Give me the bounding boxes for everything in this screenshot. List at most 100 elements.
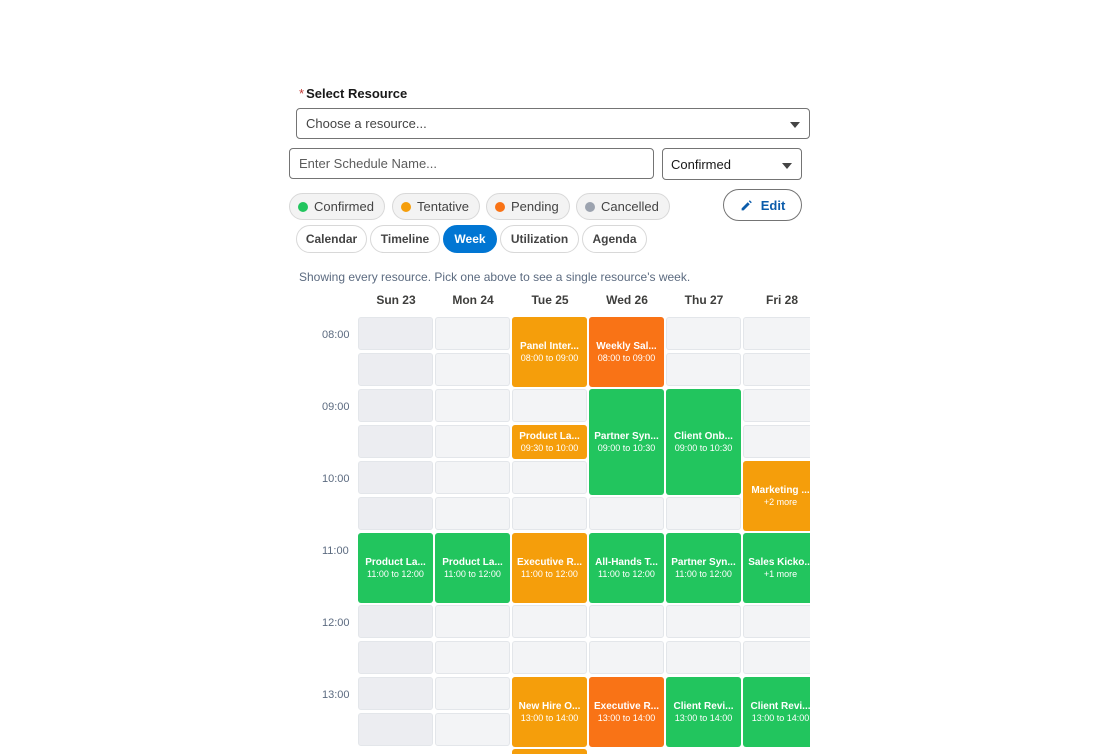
event-title: Sales Kicko...: [748, 557, 810, 568]
event-title: All-Hands T...: [595, 557, 658, 568]
chevron-down-icon: [782, 163, 792, 169]
time-slot[interactable]: [358, 713, 433, 746]
edit-button[interactable]: Edit: [723, 189, 802, 221]
select-resource-label: * Select Resource: [299, 86, 407, 101]
event-block[interactable]: Weekly Sal... 08:00 to 09:00: [589, 317, 664, 387]
legend-tentative[interactable]: Tentative: [392, 193, 481, 220]
time-slot[interactable]: [512, 641, 587, 674]
time-slot[interactable]: [743, 389, 810, 422]
time-slot[interactable]: [743, 317, 810, 350]
event-title: Panel Inter...: [520, 341, 579, 352]
event-block[interactable]: Product La... 11:00 to 12:00: [435, 533, 510, 603]
event-title: Executive R...: [516, 557, 583, 568]
event-block[interactable]: Client Revi... 13:00 to 14:00: [743, 677, 810, 747]
status-dot-icon: [585, 201, 595, 212]
time-slot[interactable]: [435, 461, 510, 494]
time-slot[interactable]: [435, 605, 510, 638]
time-slot[interactable]: [743, 353, 810, 386]
event-time: 13:00 to 14:00: [597, 713, 656, 723]
time-slot[interactable]: [589, 605, 664, 638]
legend-pending[interactable]: Pending: [486, 193, 570, 220]
view-tab-calendar[interactable]: Calendar: [296, 225, 367, 253]
time-slot[interactable]: [435, 389, 510, 422]
view-tab-label: Week: [454, 232, 486, 246]
time-slot[interactable]: [358, 497, 433, 530]
event-block[interactable]: Product La... 11:00 to 12:00: [358, 533, 433, 603]
event-time: 13:00 to 14:00: [674, 713, 733, 723]
time-label: 11:00: [322, 545, 349, 557]
time-slot[interactable]: [358, 317, 433, 350]
time-slot[interactable]: [666, 641, 741, 674]
legend-confirmed[interactable]: Confirmed: [289, 193, 385, 220]
event-time: 11:00 to 12:00: [598, 569, 655, 579]
time-slot[interactable]: [358, 677, 433, 710]
event-time: 11:00 to 12:00: [521, 569, 578, 579]
event-block[interactable]: Client Revi... 13:00 to 14:00: [666, 677, 741, 747]
event-block[interactable]: Partner Syn... 11:00 to 12:00: [666, 533, 741, 603]
view-tab-week[interactable]: Week: [443, 225, 497, 253]
time-slot[interactable]: [358, 605, 433, 638]
view-tab-agenda[interactable]: Agenda: [582, 225, 647, 253]
legend-label: Cancelled: [601, 199, 659, 214]
time-slot[interactable]: [666, 605, 741, 638]
time-slot[interactable]: [435, 425, 510, 458]
time-slot[interactable]: [512, 605, 587, 638]
day-header: Tue 25: [531, 293, 569, 307]
time-slot[interactable]: [435, 713, 510, 746]
event-block[interactable]: Client Onb... 09:00 to 10:30: [666, 389, 741, 495]
time-slot[interactable]: [589, 641, 664, 674]
hint-text: Showing every resource. Pick one above t…: [299, 270, 691, 284]
time-slot[interactable]: [666, 497, 741, 530]
time-slot[interactable]: [666, 317, 741, 350]
schedule-name-input[interactable]: Enter Schedule Name...: [289, 148, 654, 179]
event-block[interactable]: Sales Kicko... +1 more: [743, 533, 810, 603]
time-slot[interactable]: [743, 605, 810, 638]
time-slot[interactable]: [512, 389, 587, 422]
time-slot[interactable]: [512, 461, 587, 494]
chevron-down-icon: [790, 122, 800, 128]
time-slot[interactable]: [743, 425, 810, 458]
time-label: 12:00: [322, 617, 350, 629]
event-title: Executive R...: [593, 701, 660, 712]
time-slot[interactable]: [435, 497, 510, 530]
time-slot[interactable]: [358, 389, 433, 422]
event-block[interactable]: [512, 749, 587, 754]
event-block[interactable]: Product La... 09:30 to 10:00: [512, 425, 587, 459]
time-slot[interactable]: [435, 353, 510, 386]
day-header: Sun 23: [376, 293, 416, 307]
time-slot[interactable]: [512, 497, 587, 530]
time-slot[interactable]: [743, 641, 810, 674]
view-tab-timeline[interactable]: Timeline: [370, 225, 440, 253]
time-slot[interactable]: [435, 641, 510, 674]
event-time: 09:00 to 10:30: [597, 443, 656, 453]
event-time: +2 more: [763, 497, 798, 507]
event-block[interactable]: Partner Syn... 09:00 to 10:30: [589, 389, 664, 495]
view-tab-label: Calendar: [305, 232, 358, 246]
edit-button-label: Edit: [760, 197, 786, 213]
time-slot[interactable]: [435, 677, 510, 710]
time-slot[interactable]: [358, 353, 433, 386]
legend-cancelled[interactable]: Cancelled: [576, 193, 670, 220]
time-slot[interactable]: [589, 497, 664, 530]
event-block[interactable]: All-Hands T... 11:00 to 12:00: [589, 533, 664, 603]
event-block[interactable]: Marketing ... +2 more: [743, 461, 810, 531]
event-block[interactable]: Executive R... 11:00 to 12:00: [512, 533, 587, 603]
event-block[interactable]: New Hire O... 13:00 to 14:00: [512, 677, 587, 747]
time-slot[interactable]: [358, 425, 433, 458]
event-block[interactable]: Executive R... 13:00 to 14:00: [589, 677, 664, 747]
view-tab-label: Agenda: [592, 232, 637, 246]
legend-label: Tentative: [417, 199, 470, 214]
legend-label: Pending: [511, 199, 559, 214]
status-select[interactable]: Confirmed: [662, 148, 802, 180]
time-slot[interactable]: [358, 461, 433, 494]
event-title: Product La...: [365, 557, 426, 568]
view-tab-utilization[interactable]: Utilization: [500, 225, 579, 253]
event-title: Weekly Sal...: [596, 341, 657, 352]
event-block[interactable]: Panel Inter... 08:00 to 09:00: [512, 317, 587, 387]
resource-select[interactable]: Choose a resource...: [296, 108, 810, 139]
time-slot[interactable]: [358, 641, 433, 674]
event-time: 08:00 to 09:00: [520, 353, 579, 363]
time-slot[interactable]: [666, 353, 741, 386]
time-slot[interactable]: [435, 317, 510, 350]
resource-select-value: Choose a resource...: [306, 116, 427, 131]
